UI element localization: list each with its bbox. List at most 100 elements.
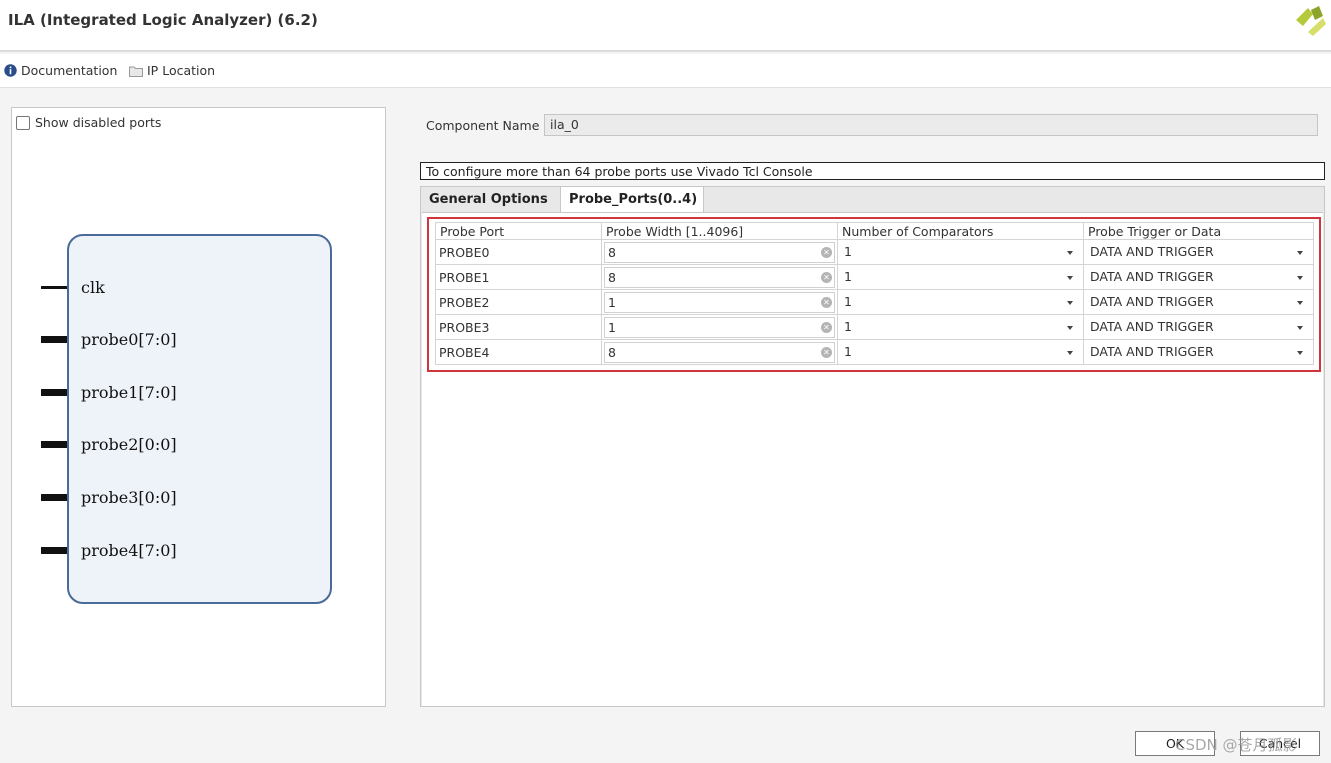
trigger-data-dropdown[interactable]: DATA AND TRIGGER <box>1086 242 1311 263</box>
probe-port-cell: PROBE1 <box>435 264 602 290</box>
clear-icon[interactable]: ✕ <box>821 321 832 333</box>
probe-width-input[interactable]: 8 ✕ <box>604 266 835 288</box>
probe-width-value: 1 <box>608 294 616 310</box>
probe-port-cell: PROBE2 <box>435 289 602 315</box>
port-label: probe0[7:0] <box>81 330 177 349</box>
show-disabled-ports-label: Show disabled ports <box>35 115 162 130</box>
chevron-down-icon <box>1297 325 1303 330</box>
probe-width-value: 8 <box>608 244 616 260</box>
trigger-data-value: DATA AND TRIGGER <box>1090 318 1214 334</box>
header-trigger-or-data: Probe Trigger or Data <box>1083 222 1314 240</box>
probe-width-value: 1 <box>608 319 616 335</box>
ok-button[interactable]: OK <box>1135 731 1215 756</box>
component-name-field[interactable]: ila_0 <box>544 114 1318 136</box>
table-row: PROBE0 8 ✕ 1 DATA AND TRIGGER <box>435 239 1314 265</box>
chevron-down-icon <box>1067 350 1073 355</box>
probe-ports-tab-body: Probe Port Probe Width [1..4096] Number … <box>422 212 1323 706</box>
title-bar: ILA (Integrated Logic Analyzer) (6.2) <box>0 0 1331 52</box>
clear-icon[interactable]: ✕ <box>821 296 832 308</box>
comparators-value: 1 <box>844 268 852 284</box>
trigger-data-value: DATA AND TRIGGER <box>1090 293 1214 309</box>
symbol-panel: Show disabled ports clk probe0[7:0] prob… <box>11 107 386 707</box>
chevron-down-icon <box>1297 275 1303 280</box>
trigger-data-value: DATA AND TRIGGER <box>1090 268 1214 284</box>
port-pin <box>41 389 67 396</box>
chevron-down-icon <box>1297 250 1303 255</box>
clear-icon[interactable]: ✕ <box>821 246 832 258</box>
tab-probe-ports[interactable]: Probe_Ports(0..4) <box>560 187 704 212</box>
info-message: To configure more than 64 probe ports us… <box>420 162 1325 180</box>
toolbar: Documentation IP Location <box>0 54 1331 88</box>
chevron-down-icon <box>1297 300 1303 305</box>
probe-width-input[interactable]: 8 ✕ <box>604 341 835 363</box>
port-label: probe3[0:0] <box>81 488 177 507</box>
comparators-dropdown[interactable]: 1 <box>840 292 1081 313</box>
trigger-data-dropdown[interactable]: DATA AND TRIGGER <box>1086 292 1311 313</box>
chevron-down-icon <box>1297 350 1303 355</box>
comparators-value: 1 <box>844 318 852 334</box>
comparators-dropdown[interactable]: 1 <box>840 242 1081 263</box>
xilinx-logo-icon <box>1296 6 1326 36</box>
probe-width-value: 8 <box>608 344 616 360</box>
header-probe-width: Probe Width [1..4096] <box>601 222 838 240</box>
port-probe2: probe2[0:0] <box>41 435 177 454</box>
header-comparators: Number of Comparators <box>837 222 1084 240</box>
table-row: PROBE1 8 ✕ 1 DATA AND TRIGGER <box>435 264 1314 290</box>
port-probe1: probe1[7:0] <box>41 383 177 402</box>
port-pin <box>41 547 67 554</box>
table-row: PROBE2 1 ✕ 1 DATA AND TRIGGER <box>435 289 1314 315</box>
configuration-panel: Component Name ila_0 To configure more t… <box>420 107 1330 707</box>
port-pin <box>41 336 67 343</box>
chevron-down-icon <box>1067 275 1073 280</box>
show-disabled-ports-toggle[interactable]: Show disabled ports <box>16 115 161 130</box>
port-label: clk <box>81 278 105 297</box>
chevron-down-icon <box>1067 250 1073 255</box>
clear-icon[interactable]: ✕ <box>821 271 832 283</box>
comparators-value: 1 <box>844 343 852 359</box>
ip-location-label: IP Location <box>147 63 216 78</box>
probe-width-value: 8 <box>608 269 616 285</box>
window-title: ILA (Integrated Logic Analyzer) (6.2) <box>8 11 318 29</box>
table-row: PROBE3 1 ✕ 1 DATA AND TRIGGER <box>435 314 1314 340</box>
table-header-row: Probe Port Probe Width [1..4096] Number … <box>435 222 1314 240</box>
probe-port-cell: PROBE4 <box>435 339 602 365</box>
probe-table-highlight: Probe Port Probe Width [1..4096] Number … <box>427 217 1321 372</box>
info-icon <box>4 64 17 77</box>
port-probe4: probe4[7:0] <box>41 541 177 560</box>
comparators-dropdown[interactable]: 1 <box>840 317 1081 338</box>
trigger-data-value: DATA AND TRIGGER <box>1090 243 1214 259</box>
probe-port-cell: PROBE3 <box>435 314 602 340</box>
documentation-menu[interactable]: Documentation <box>4 63 117 78</box>
tab-container: General Options Probe_Ports(0..4) Probe … <box>420 186 1325 707</box>
ip-location-button[interactable]: IP Location <box>129 63 215 78</box>
trigger-data-dropdown[interactable]: DATA AND TRIGGER <box>1086 342 1311 363</box>
probe-ports-table: Probe Port Probe Width [1..4096] Number … <box>435 222 1314 365</box>
port-probe3: probe3[0:0] <box>41 488 177 507</box>
show-disabled-ports-checkbox[interactable] <box>16 115 30 130</box>
comparators-dropdown[interactable]: 1 <box>840 342 1081 363</box>
component-name-label: Component Name <box>426 118 540 133</box>
probe-width-input[interactable]: 1 ✕ <box>604 316 835 338</box>
port-pin <box>41 286 67 289</box>
probe-width-input[interactable]: 8 ✕ <box>604 241 835 263</box>
header-probe-port: Probe Port <box>435 222 602 240</box>
trigger-data-dropdown[interactable]: DATA AND TRIGGER <box>1086 317 1311 338</box>
port-clk: clk <box>41 278 105 297</box>
port-label: probe4[7:0] <box>81 541 177 560</box>
table-row: PROBE4 8 ✕ 1 DATA AND TRIGGER <box>435 339 1314 365</box>
port-label: probe1[7:0] <box>81 383 177 402</box>
clear-icon[interactable]: ✕ <box>821 346 832 358</box>
tab-general-options[interactable]: General Options <box>421 187 559 212</box>
port-pin <box>41 494 67 501</box>
port-pin <box>41 441 67 448</box>
trigger-data-dropdown[interactable]: DATA AND TRIGGER <box>1086 267 1311 288</box>
cancel-button[interactable]: Cancel <box>1240 731 1320 756</box>
probe-width-input[interactable]: 1 ✕ <box>604 291 835 313</box>
documentation-label: Documentation <box>21 63 118 78</box>
comparators-value: 1 <box>844 293 852 309</box>
chevron-down-icon <box>1067 325 1073 330</box>
comparators-value: 1 <box>844 243 852 259</box>
trigger-data-value: DATA AND TRIGGER <box>1090 343 1214 359</box>
probe-port-cell: PROBE0 <box>435 239 602 265</box>
comparators-dropdown[interactable]: 1 <box>840 267 1081 288</box>
